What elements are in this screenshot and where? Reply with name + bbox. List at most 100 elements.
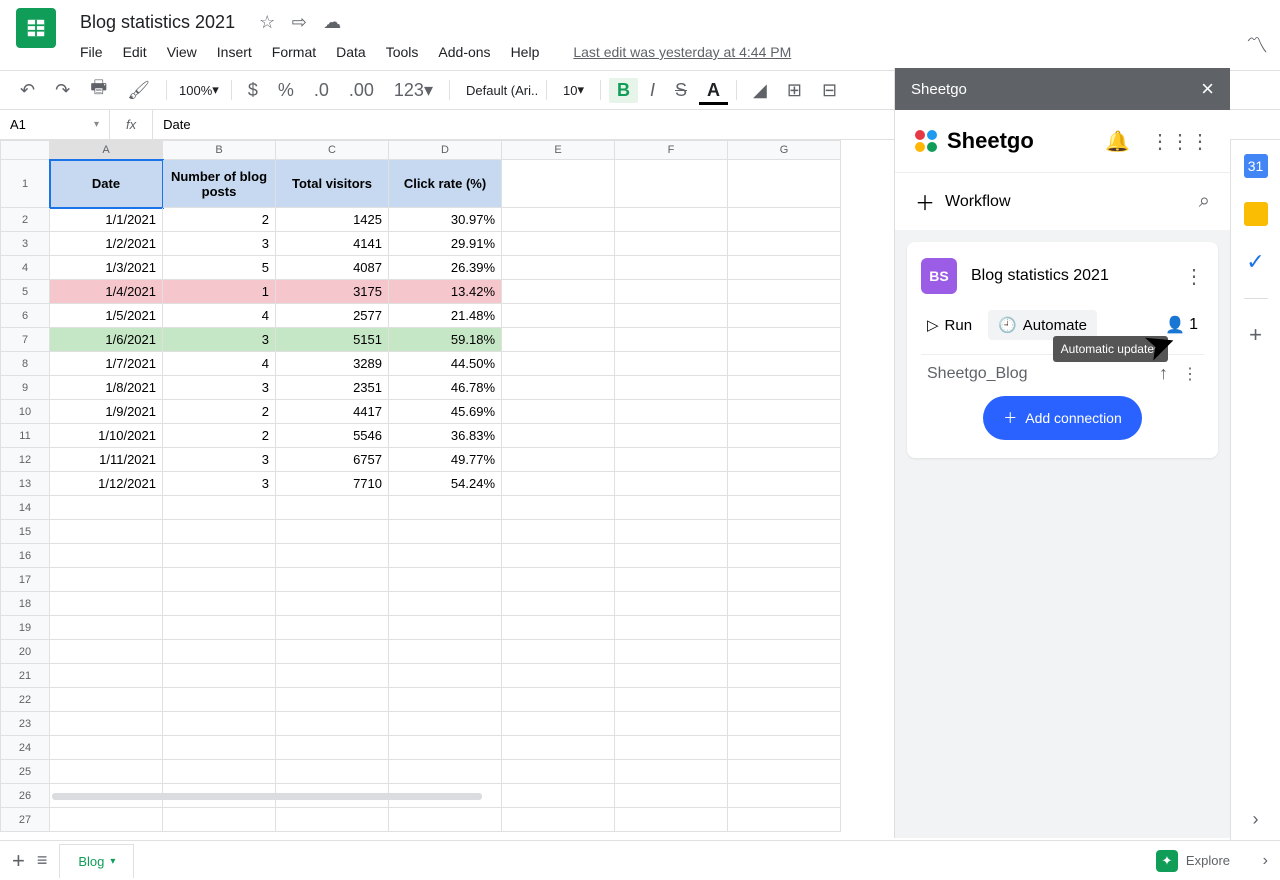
- cell[interactable]: 5151: [276, 328, 389, 352]
- cell[interactable]: [50, 496, 163, 520]
- cell[interactable]: [163, 496, 276, 520]
- cell[interactable]: [276, 592, 389, 616]
- cell[interactable]: [615, 256, 728, 280]
- cell[interactable]: [615, 616, 728, 640]
- cell[interactable]: 2577: [276, 304, 389, 328]
- row-header[interactable]: 1: [0, 160, 50, 208]
- cell[interactable]: 5546: [276, 424, 389, 448]
- cell[interactable]: [615, 688, 728, 712]
- cell[interactable]: 2351: [276, 376, 389, 400]
- cell[interactable]: [163, 616, 276, 640]
- row-header[interactable]: 2: [0, 208, 50, 232]
- cell[interactable]: [615, 808, 728, 832]
- apps-icon[interactable]: ⋮⋮⋮: [1150, 129, 1210, 154]
- row-header[interactable]: 8: [0, 352, 50, 376]
- cell[interactable]: [50, 520, 163, 544]
- borders-button[interactable]: ⊞: [779, 76, 810, 105]
- cell[interactable]: [502, 712, 615, 736]
- cell[interactable]: 59.18%: [389, 328, 502, 352]
- cell[interactable]: [615, 520, 728, 544]
- cell[interactable]: 1/11/2021: [50, 448, 163, 472]
- cell[interactable]: [502, 808, 615, 832]
- sheet-tab[interactable]: Blog▾: [59, 844, 134, 878]
- column-header[interactable]: C: [276, 140, 389, 160]
- menu-addons[interactable]: Add-ons: [438, 44, 490, 60]
- cell[interactable]: [389, 640, 502, 664]
- cell[interactable]: [728, 160, 841, 208]
- cell[interactable]: 3289: [276, 352, 389, 376]
- cell[interactable]: [389, 760, 502, 784]
- cell[interactable]: [502, 616, 615, 640]
- all-sheets-icon[interactable]: ≡: [37, 850, 48, 871]
- cell[interactable]: 4087: [276, 256, 389, 280]
- redo-icon[interactable]: ↷: [47, 76, 78, 105]
- chevron-right-icon[interactable]: ›: [1253, 809, 1259, 830]
- row-header[interactable]: 11: [0, 424, 50, 448]
- row-header[interactable]: 21: [0, 664, 50, 688]
- add-workflow-icon[interactable]: ＋: [915, 187, 935, 216]
- menu-view[interactable]: View: [167, 44, 197, 60]
- cell[interactable]: [502, 592, 615, 616]
- cell[interactable]: [276, 640, 389, 664]
- text-color-button[interactable]: A: [699, 76, 728, 105]
- cell[interactable]: [50, 808, 163, 832]
- print-icon[interactable]: 🖶: [82, 71, 115, 109]
- number-format-dropdown[interactable]: 123▾: [386, 76, 441, 105]
- cell[interactable]: [615, 664, 728, 688]
- cell[interactable]: [615, 400, 728, 424]
- cell[interactable]: 1/1/2021: [50, 208, 163, 232]
- menu-format[interactable]: Format: [272, 44, 316, 60]
- cell[interactable]: [728, 664, 841, 688]
- cell[interactable]: [50, 736, 163, 760]
- cell[interactable]: Total visitors: [276, 160, 389, 208]
- percent-icon[interactable]: %: [270, 76, 302, 105]
- cell[interactable]: [615, 640, 728, 664]
- cell[interactable]: [163, 568, 276, 592]
- row-header[interactable]: 25: [0, 760, 50, 784]
- cell[interactable]: [728, 784, 841, 808]
- cell[interactable]: [502, 688, 615, 712]
- cell[interactable]: 49.77%: [389, 448, 502, 472]
- cell[interactable]: [728, 736, 841, 760]
- cell[interactable]: 4141: [276, 232, 389, 256]
- cell[interactable]: [728, 688, 841, 712]
- cell[interactable]: [163, 592, 276, 616]
- cell[interactable]: [50, 760, 163, 784]
- row-header[interactable]: 27: [0, 808, 50, 832]
- cell[interactable]: [276, 616, 389, 640]
- cell[interactable]: [163, 808, 276, 832]
- cell[interactable]: [389, 520, 502, 544]
- cell[interactable]: [502, 160, 615, 208]
- cell[interactable]: [615, 424, 728, 448]
- column-header[interactable]: B: [163, 140, 276, 160]
- chevron-right-bottom-icon[interactable]: ›: [1263, 852, 1268, 870]
- cell[interactable]: Number of blog posts: [163, 160, 276, 208]
- cell[interactable]: [615, 568, 728, 592]
- cell[interactable]: [502, 256, 615, 280]
- last-edit-link[interactable]: Last edit was yesterday at 4:44 PM: [573, 44, 791, 60]
- cell[interactable]: [502, 664, 615, 688]
- paint-format-icon[interactable]: 🖌: [119, 76, 158, 105]
- cell[interactable]: [728, 280, 841, 304]
- cell[interactable]: 4: [163, 304, 276, 328]
- tasks-icon[interactable]: ✓: [1244, 250, 1268, 274]
- column-header[interactable]: A: [50, 140, 163, 160]
- cell[interactable]: [615, 208, 728, 232]
- connection-menu-icon[interactable]: ⋮: [1182, 364, 1198, 384]
- name-box[interactable]: A1▾: [0, 110, 110, 139]
- cell[interactable]: [389, 736, 502, 760]
- row-header[interactable]: 4: [0, 256, 50, 280]
- explore-button[interactable]: ✦ Explore: [1156, 850, 1268, 872]
- cell[interactable]: [502, 232, 615, 256]
- column-header[interactable]: D: [389, 140, 502, 160]
- cell[interactable]: 13.42%: [389, 280, 502, 304]
- row-header[interactable]: 19: [0, 616, 50, 640]
- cell[interactable]: [502, 568, 615, 592]
- run-button[interactable]: ▷Run: [927, 316, 972, 334]
- cell[interactable]: [276, 688, 389, 712]
- cell[interactable]: [728, 400, 841, 424]
- cell[interactable]: 26.39%: [389, 256, 502, 280]
- cell[interactable]: 54.24%: [389, 472, 502, 496]
- activity-icon[interactable]: 〽: [1246, 28, 1268, 60]
- cell[interactable]: [502, 760, 615, 784]
